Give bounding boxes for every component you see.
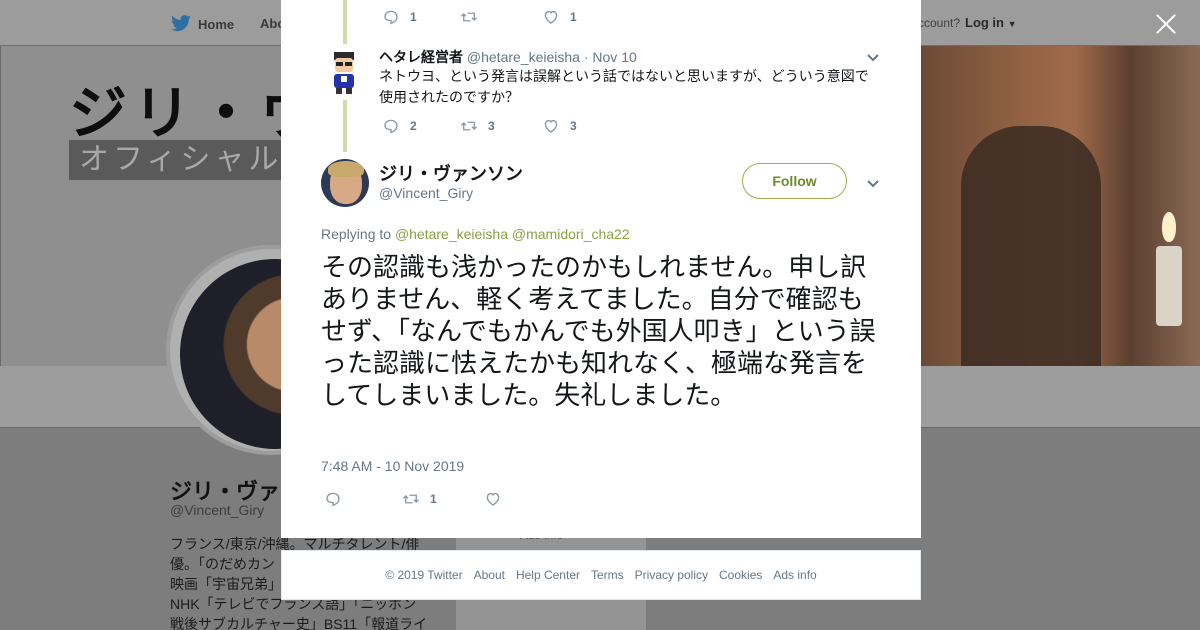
mention-link[interactable]: @mamidori_cha22: [512, 226, 630, 242]
reply-button[interactable]: 1: [382, 8, 460, 26]
footer-cookies-link[interactable]: Cookies: [719, 568, 762, 582]
reply-button[interactable]: [324, 490, 402, 508]
heart-icon: [544, 10, 558, 24]
main-author-name[interactable]: ジリ・ヴァンソン: [379, 160, 523, 186]
heart-icon: [544, 119, 558, 133]
replying-to-label: Replying to: [321, 226, 392, 242]
main-tweet-actions: 1: [324, 490, 512, 508]
banner-subtitle: オフィシャル: [69, 140, 299, 180]
bio-line: 戦後サブカルチャー史」BS11「報道ライ: [170, 616, 428, 630]
banner-photo: [921, 46, 1200, 366]
main-tweet-text: その認識も浅かったのかもしれません。申し訳ありません、軽く考えてました。自分で確…: [321, 252, 876, 410]
retweet-count: 1: [430, 492, 437, 506]
chevron-down-icon[interactable]: [867, 176, 879, 188]
like-count: 1: [570, 10, 577, 24]
avatar-hair-shape: [328, 161, 364, 177]
reply-icon: [384, 10, 398, 25]
retweet-button[interactable]: [460, 8, 542, 26]
retweet-icon: [461, 12, 477, 22]
like-count: 3: [570, 119, 577, 133]
nav-account-text: ccount?: [918, 16, 961, 30]
retweet-button[interactable]: 1: [402, 490, 484, 508]
thread-line: [343, 100, 347, 152]
retweet-icon: [403, 494, 419, 504]
reply-count: 1: [410, 10, 417, 24]
reply-avatar[interactable]: [326, 48, 362, 96]
follow-button[interactable]: Follow: [742, 163, 847, 199]
thread-line: [343, 0, 347, 44]
footer-about-link[interactable]: About: [474, 568, 505, 582]
nav-home-label: Home: [198, 16, 235, 32]
like-button[interactable]: 1: [542, 8, 577, 26]
tweet-modal: 1 1 ヘタレ経営者 @hetare_keieisha · Nov 10 ネトウ…: [281, 0, 921, 538]
login-link[interactable]: Log in ▼: [965, 15, 1017, 30]
candle-flame-shape: [1162, 212, 1176, 242]
footer-ads-link[interactable]: Ads info: [773, 568, 816, 582]
reply-separator: ·: [583, 49, 589, 65]
login-label: Log in: [965, 15, 1004, 30]
tweet-timestamp[interactable]: 7:48 AM - 10 Nov 2019: [321, 458, 464, 474]
reply-author-name[interactable]: ヘタレ経営者: [379, 49, 463, 65]
top-tweet-actions: 1 1: [382, 8, 577, 26]
reply-icon: [326, 492, 340, 507]
reply-tweet-text: ネトウヨ、という発言は誤解という話ではないと思いますが、どういう意図で使用された…: [379, 68, 869, 105]
heart-icon: [486, 492, 500, 506]
replying-to-line: Replying to @hetare_keieisha @mamidori_c…: [321, 226, 630, 242]
nav-home[interactable]: Home: [170, 15, 234, 33]
like-button[interactable]: 3: [542, 117, 577, 135]
reply-icon: [384, 119, 398, 134]
profile-handle[interactable]: @Vincent_Giry: [170, 502, 264, 518]
main-tweet-avatar[interactable]: [321, 159, 369, 207]
modal-footer: © 2019 Twitter About Help Center Terms P…: [281, 550, 921, 600]
reply-date[interactable]: Nov 10: [592, 49, 636, 65]
caret-down-icon: ▼: [1007, 19, 1017, 29]
retweet-icon: [461, 121, 477, 131]
main-author-handle[interactable]: @Vincent_Giry: [379, 185, 473, 201]
cartoon-avatar-icon: [334, 52, 354, 94]
close-icon[interactable]: [1153, 11, 1179, 37]
retweet-count: 3: [488, 119, 495, 133]
footer-help-link[interactable]: Help Center: [516, 568, 580, 582]
bird-icon: [171, 15, 191, 32]
banner-person-shape: [961, 126, 1101, 366]
chevron-down-icon[interactable]: [867, 50, 879, 62]
candle-shape: [1156, 246, 1182, 326]
footer-copyright: © 2019 Twitter: [385, 568, 463, 582]
footer-privacy-link[interactable]: Privacy policy: [635, 568, 708, 582]
retweet-button[interactable]: 3: [460, 117, 542, 135]
footer-terms-link[interactable]: Terms: [591, 568, 624, 582]
reply-tweet-actions: 2 3 3: [382, 117, 577, 135]
reply-count: 2: [410, 119, 417, 133]
reply-button[interactable]: 2: [382, 117, 460, 135]
reply-tweet-header: ヘタレ経営者 @hetare_keieisha · Nov 10: [379, 47, 637, 67]
mention-link[interactable]: @hetare_keieisha: [395, 226, 508, 242]
reply-author-handle[interactable]: @hetare_keieisha: [467, 49, 580, 65]
like-button[interactable]: [484, 490, 512, 508]
